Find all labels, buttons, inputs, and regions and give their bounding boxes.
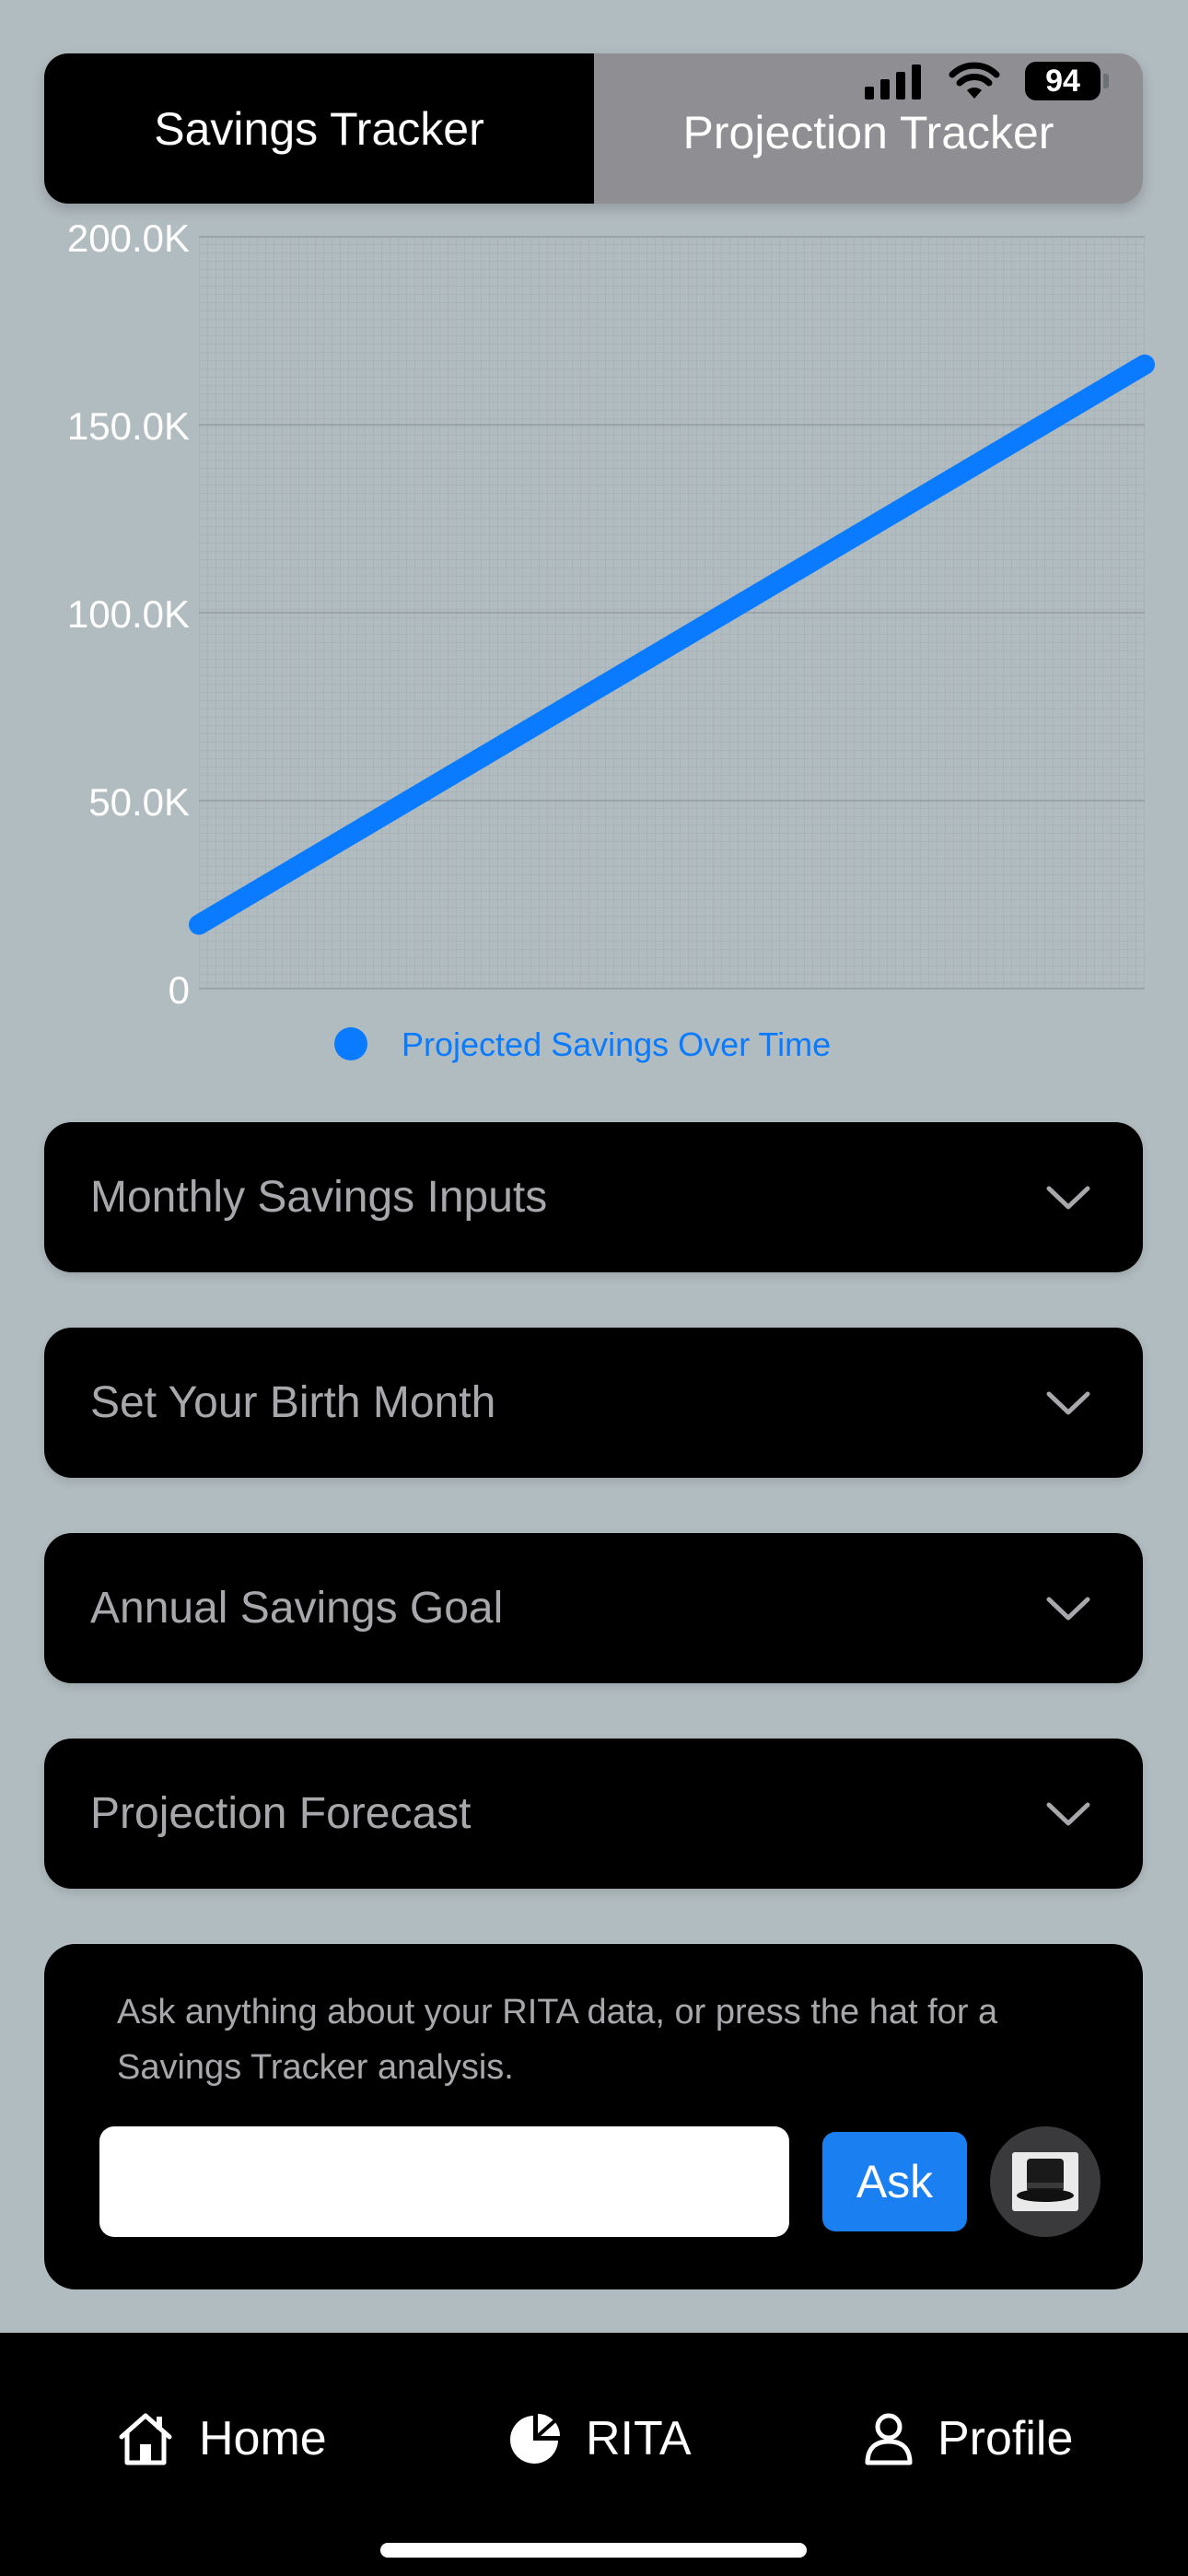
legend-label: Projected Savings Over Time xyxy=(402,1025,831,1063)
ask-button-label: Ask xyxy=(856,2156,934,2207)
accordion-projection-forecast[interactable]: Projection Forecast xyxy=(44,1739,1143,1889)
accordion-set-birth-month[interactable]: Set Your Birth Month xyxy=(44,1328,1143,1478)
accordion-monthly-savings-inputs[interactable]: Monthly Savings Inputs xyxy=(44,1122,1143,1272)
chart-legend: Projected Savings Over Time xyxy=(334,1025,831,1063)
ask-input[interactable] xyxy=(99,2126,789,2237)
tab-savings-tracker-label: Savings Tracker xyxy=(154,102,484,155)
nav-rita-label: RITA xyxy=(586,2412,692,2465)
accordion-label: Annual Savings Goal xyxy=(90,1584,504,1633)
ask-button[interactable]: Ask xyxy=(822,2132,967,2231)
ask-rita-panel: Ask anything about your RITA data, or pr… xyxy=(44,1944,1143,2289)
battery-nub xyxy=(1103,74,1109,88)
nav-rita[interactable]: RITA xyxy=(508,2406,692,2471)
hat-analysis-button[interactable] xyxy=(990,2126,1101,2237)
chart-y-axis: 200.0K 150.0K 100.0K 50.0K 0 xyxy=(67,217,190,1012)
accordion-annual-savings-goal[interactable]: Annual Savings Goal xyxy=(44,1533,1143,1683)
tab-projection-tracker-label: Projection Tracker xyxy=(682,106,1054,158)
battery-level: 94 xyxy=(1025,62,1101,100)
y-tick-label: 100.0K xyxy=(67,592,190,636)
chevron-down-icon xyxy=(1046,1597,1090,1620)
wifi-icon xyxy=(949,62,1000,99)
signal-icon xyxy=(865,64,921,100)
top-hat-icon xyxy=(1012,2152,1078,2211)
legend-marker xyxy=(334,1027,367,1060)
pie-chart-icon xyxy=(510,2414,560,2464)
home-indicator xyxy=(380,2543,807,2558)
y-tick-label: 200.0K xyxy=(67,217,190,260)
battery-icon: 94 xyxy=(1025,62,1109,100)
accordion-label: Monthly Savings Inputs xyxy=(90,1173,548,1222)
tab-savings-tracker[interactable]: Savings Tracker xyxy=(44,53,594,204)
nav-profile[interactable]: Profile xyxy=(864,2406,1073,2471)
bottom-navigation: Home RITA Profile xyxy=(0,2333,1188,2576)
projection-line-chart: 200.0K 150.0K 100.0K 50.0K 0 Projected Savin… xyxy=(67,217,1155,1063)
y-tick-label: 50.0K xyxy=(88,780,190,824)
nav-profile-label: Profile xyxy=(938,2412,1074,2465)
status-bar: 94 xyxy=(865,55,1109,107)
person-icon xyxy=(865,2413,913,2465)
chevron-down-icon xyxy=(1046,1391,1090,1414)
nav-home-label: Home xyxy=(199,2412,327,2465)
screen: Savings Tracker Projection Tracker 94 20… xyxy=(0,0,1188,2576)
chevron-down-icon xyxy=(1046,1186,1090,1209)
home-icon xyxy=(119,2413,172,2465)
accordion-label: Projection Forecast xyxy=(90,1789,472,1838)
ask-prompt-text: Ask anything about your RITA data, or pr… xyxy=(117,1993,998,2087)
nav-home[interactable]: Home xyxy=(116,2406,327,2471)
y-tick-label: 150.0K xyxy=(67,404,190,448)
accordion-label: Set Your Birth Month xyxy=(90,1378,496,1427)
y-tick-label: 0 xyxy=(169,968,190,1012)
chevron-down-icon xyxy=(1046,1802,1090,1825)
